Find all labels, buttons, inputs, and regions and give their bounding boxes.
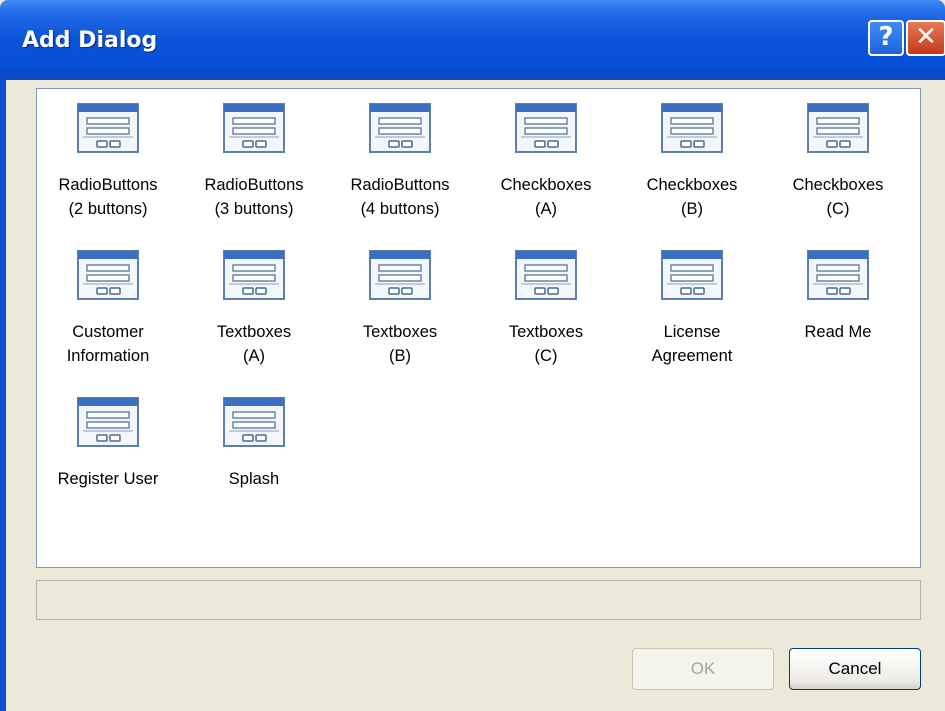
dialog-template-item[interactable]: Splash: [179, 397, 329, 491]
dialog-template-item[interactable]: Register User: [33, 397, 183, 491]
window-frame-left: [0, 80, 6, 711]
window-title: Add Dialog: [22, 28, 158, 53]
dialog-template-item[interactable]: Checkboxes (A): [471, 103, 621, 221]
dialog-template-item[interactable]: RadioButtons (3 buttons): [179, 103, 329, 221]
add-dialog-window: Add Dialog ? ✕ RadioButtons (2 buttons) …: [0, 0, 945, 711]
dialog-template-label: Customer Information: [66, 323, 150, 365]
dialog-template-item[interactable]: Textboxes (B): [325, 250, 475, 368]
dialog-template-item[interactable]: Checkboxes (B): [617, 103, 767, 221]
dialog-template-item[interactable]: Textboxes (A): [179, 250, 329, 368]
dialog-template-icon: [179, 250, 329, 300]
dialog-template-item[interactable]: Textboxes (C): [471, 250, 621, 368]
dialog-template-icon: [617, 250, 767, 300]
dialog-template-icon: [325, 250, 475, 300]
dialog-template-icon: [763, 103, 913, 153]
dialog-template-label: Textboxes (A): [216, 323, 292, 365]
dialog-template-item[interactable]: Checkboxes (C): [763, 103, 913, 221]
dialog-template-item[interactable]: RadioButtons (2 buttons): [33, 103, 183, 221]
dialog-template-item[interactable]: Read Me: [763, 250, 913, 344]
dialog-template-icon: [33, 250, 183, 300]
dialog-template-label: Register User: [57, 470, 159, 488]
dialog-template-icon: [471, 250, 621, 300]
dialog-template-icon: [33, 397, 183, 447]
dialog-template-item[interactable]: Customer Information: [33, 250, 183, 368]
dialog-template-label: Checkboxes (A): [500, 176, 592, 218]
dialog-template-icon: [471, 103, 621, 153]
dialog-template-label: Read Me: [804, 323, 872, 341]
dialog-template-icon: [763, 250, 913, 300]
dialog-template-label: Checkboxes (C): [792, 176, 884, 218]
description-bar: [36, 580, 921, 620]
title-bar[interactable]: Add Dialog ? ✕: [0, 0, 945, 80]
dialog-template-label: RadioButtons (2 buttons): [58, 176, 158, 218]
dialog-template-icon: [617, 103, 767, 153]
dialog-template-icon: [325, 103, 475, 153]
dialog-template-item[interactable]: RadioButtons (4 buttons): [325, 103, 475, 221]
dialog-template-icon: [33, 103, 183, 153]
dialog-template-icon: [179, 397, 329, 447]
dialog-template-label: Checkboxes (B): [646, 176, 738, 218]
dialog-template-icon: [179, 103, 329, 153]
dialog-template-label: License Agreement: [651, 323, 733, 365]
dialog-template-label: Splash: [228, 470, 280, 488]
dialog-template-label: RadioButtons (3 buttons): [204, 176, 304, 218]
help-button[interactable]: ?: [868, 20, 904, 56]
ok-button[interactable]: OK: [632, 648, 774, 690]
cancel-button[interactable]: Cancel: [789, 648, 921, 690]
dialog-template-list[interactable]: RadioButtons (2 buttons) RadioButtons (3…: [36, 88, 921, 568]
dialog-template-label: Textboxes (C): [508, 323, 584, 365]
close-button[interactable]: ✕: [906, 20, 945, 56]
dialog-template-label: Textboxes (B): [362, 323, 438, 365]
dialog-template-item[interactable]: License Agreement: [617, 250, 767, 368]
dialog-template-label: RadioButtons (4 buttons): [350, 176, 450, 218]
